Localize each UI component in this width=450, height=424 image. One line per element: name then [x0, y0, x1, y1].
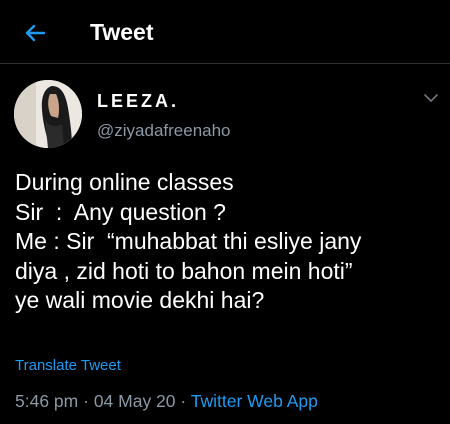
more-options-button[interactable] [420, 90, 442, 106]
avatar[interactable] [14, 80, 82, 148]
author-display-name[interactable]: LEEZA. [97, 90, 179, 112]
author-handle[interactable]: @ziyadafreenaho [97, 120, 231, 142]
tweet-line: During online classes [15, 169, 234, 195]
tweet-line: Sir : Any question ? [15, 198, 226, 225]
tweet-line: Me : Sir “muhabbat thi esliye jany [15, 228, 362, 254]
tweet-date[interactable]: 04 May 20 [94, 391, 176, 411]
translate-tweet-link[interactable]: Translate Tweet [15, 356, 121, 376]
tweet-text: During online classes Sir : Any question … [15, 168, 440, 316]
meta-separator: · [180, 391, 187, 411]
tweet-line: ye wali movie dekhi hai? [15, 287, 265, 313]
tweet-time[interactable]: 5:46 pm [15, 391, 78, 411]
chevron-down-icon [424, 93, 438, 102]
back-button[interactable] [20, 18, 50, 48]
arrow-left-icon [25, 24, 46, 42]
meta-separator: · [83, 391, 89, 411]
avatar-image [14, 80, 82, 148]
tweet-line: diya , zid hoti to bahon mein hoti” [15, 257, 353, 284]
tweet-source-link[interactable]: Twitter Web App [191, 391, 318, 411]
tweet-metadata: 5:46 pm · 04 May 20 · Twitter Web App [15, 389, 318, 413]
top-bar: Tweet [0, 0, 450, 64]
page-title: Tweet [90, 19, 154, 45]
